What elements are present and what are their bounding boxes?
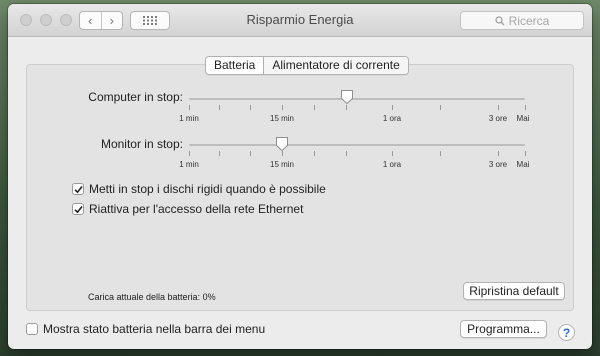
wake-ethernet-label: Riattiva per l'accesso della rete Ethern… [89, 202, 304, 216]
monitor-sleep-slider-knob[interactable] [275, 136, 289, 152]
help-button[interactable]: ? [558, 324, 575, 341]
computer-sleep-tick [189, 105, 190, 110]
computer-sleep-tick-label: Mai [516, 114, 530, 123]
monitor-sleep-tick-label: 1 min [179, 160, 199, 169]
wake-ethernet-checkbox[interactable] [72, 203, 84, 215]
computer-sleep-label: Computer in stop: [88, 90, 183, 104]
tab-batteria[interactable]: Batteria [206, 57, 265, 74]
monitor-sleep-tick [250, 151, 251, 156]
computer-sleep-tick [525, 105, 526, 110]
monitor-sleep-label: Monitor in stop: [100, 137, 183, 151]
computer-sleep-tick [219, 105, 220, 110]
computer-sleep-slider-track[interactable] [189, 98, 525, 100]
show-battery-status-checkbox[interactable] [26, 323, 38, 335]
computer-sleep-tick [440, 105, 441, 110]
computer-sleep-tick [498, 105, 499, 110]
monitor-sleep-tick [392, 151, 393, 156]
monitor-sleep-tick [314, 151, 315, 156]
monitor-sleep-tick [346, 151, 347, 156]
monitor-sleep-tick-label: Mai [516, 160, 530, 169]
computer-sleep-tick [250, 105, 251, 110]
computer-sleep-tick-label: 1 min [179, 114, 199, 123]
search-icon [495, 15, 505, 25]
monitor-sleep-tick [525, 151, 526, 156]
wake-ethernet-option[interactable]: Riattiva per l'accesso della rete Ethern… [72, 202, 303, 216]
disk-sleep-label: Metti in stop i dischi rigidi quando è p… [89, 182, 326, 196]
title-bar: ‹ › Risparmio Energia Ricerca [8, 4, 592, 37]
show-battery-status-label: Mostra stato batteria nella barra dei me… [43, 322, 266, 336]
schedule-button[interactable]: Programma... [460, 320, 547, 338]
checkmark-icon [73, 205, 83, 213]
monitor-sleep-tick-label: 15 min [269, 160, 295, 169]
computer-sleep-tick [314, 105, 315, 110]
search-field[interactable]: Ricerca [460, 11, 584, 30]
monitor-sleep-tick [440, 151, 441, 156]
tab-bar: Batteria Alimentatore di corrente [205, 56, 409, 75]
restore-defaults-button[interactable]: Ripristina default [463, 282, 565, 300]
search-placeholder: Ricerca [508, 13, 550, 28]
monitor-sleep-tick-label: 3 ore [488, 160, 508, 169]
monitor-sleep-tick [498, 151, 499, 156]
computer-sleep-slider-knob[interactable] [340, 89, 354, 105]
monitor-sleep-slider-track[interactable] [189, 144, 525, 146]
computer-sleep-tick-label: 1 ora [382, 114, 402, 123]
battery-charge-status: Carica attuale della batteria: 0% [88, 292, 216, 302]
monitor-sleep-tick [219, 151, 220, 156]
tab-alimentatore[interactable]: Alimentatore di corrente [264, 57, 408, 74]
show-battery-status-option[interactable]: Mostra stato batteria nella barra dei me… [26, 322, 265, 336]
monitor-sleep-tick-label: 1 ora [382, 160, 402, 169]
computer-sleep-tick [346, 105, 347, 110]
computer-sleep-tick-label: 3 ore [488, 114, 508, 123]
computer-sleep-tick-label: 15 min [269, 114, 295, 123]
disk-sleep-option[interactable]: Metti in stop i dischi rigidi quando è p… [72, 182, 326, 196]
checkmark-icon [73, 185, 83, 193]
computer-sleep-tick [282, 105, 283, 110]
disk-sleep-checkbox[interactable] [72, 183, 84, 195]
system-preferences-window: ‹ › Risparmio Energia Ricerca Batteria A [8, 4, 592, 349]
computer-sleep-tick [392, 105, 393, 110]
monitor-sleep-tick [189, 151, 190, 156]
